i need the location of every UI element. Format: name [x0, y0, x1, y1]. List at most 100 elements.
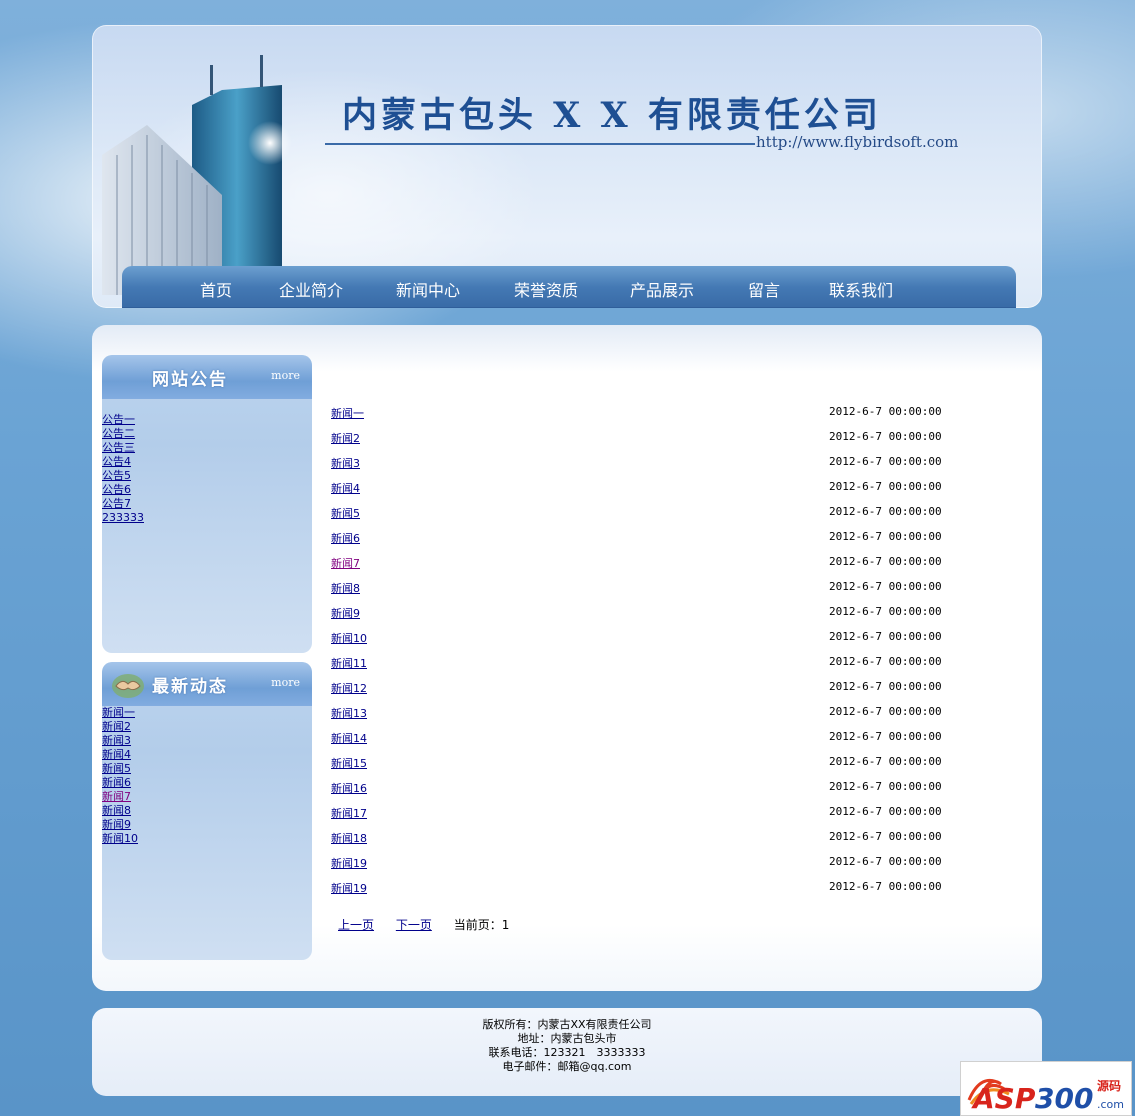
current-page-label: 当前页：1 — [453, 918, 510, 932]
news-date: 2012-6-7 00:00:00 — [829, 455, 942, 468]
news-row: 新闻7 2012-6-7 00:00:00 — [331, 555, 971, 580]
news-title-link[interactable]: 新闻18 — [331, 830, 367, 846]
latest-item[interactable]: 新闻6 — [102, 776, 138, 790]
notice-item[interactable]: 公告5 — [102, 469, 144, 483]
svg-text:.com: .com — [1097, 1098, 1124, 1111]
notice-list: 公告一 公告二 公告三 公告4 公告5 公告6 公告7 233333 — [102, 413, 144, 525]
news-date: 2012-6-7 00:00:00 — [829, 705, 942, 718]
notice-more-link[interactable]: more — [271, 369, 300, 382]
news-date: 2012-6-7 00:00:00 — [829, 755, 942, 768]
news-date: 2012-6-7 00:00:00 — [829, 780, 942, 793]
svg-text:源码: 源码 — [1097, 1078, 1121, 1093]
news-title-link[interactable]: 新闻12 — [331, 680, 367, 696]
news-title-link[interactable]: 新闻15 — [331, 755, 367, 771]
notice-item[interactable]: 公告4 — [102, 455, 144, 469]
news-row: 新闻12 2012-6-7 00:00:00 — [331, 680, 971, 705]
news-title-link[interactable]: 新闻2 — [331, 430, 360, 446]
news-row: 新闻3 2012-6-7 00:00:00 — [331, 455, 971, 480]
latest-news-list: 新闻一 新闻2 新闻3 新闻4 新闻5 新闻6 新闻7 新闻8 新闻9 新闻10 — [102, 706, 138, 846]
news-date: 2012-6-7 00:00:00 — [829, 630, 942, 643]
latest-item[interactable]: 新闻8 — [102, 804, 138, 818]
news-title-link[interactable]: 新闻7 — [331, 555, 360, 571]
news-title-link[interactable]: 新闻4 — [331, 480, 360, 496]
news-date: 2012-6-7 00:00:00 — [829, 555, 942, 568]
news-title-link[interactable]: 新闻11 — [331, 655, 367, 671]
news-date: 2012-6-7 00:00:00 — [829, 855, 942, 868]
notice-item[interactable]: 公告二 — [102, 427, 144, 441]
skyscraper-banner-image — [102, 55, 292, 295]
latest-item[interactable]: 新闻4 — [102, 748, 138, 762]
company-title: 内蒙古包头 X X 有限责任公司 — [342, 95, 882, 136]
news-title-link[interactable]: 新闻3 — [331, 455, 360, 471]
latest-news-box-title: 最新动态 — [152, 677, 228, 697]
handshake-icon — [112, 674, 144, 698]
notice-item[interactable]: 233333 — [102, 511, 144, 525]
nav-news[interactable]: 新闻中心 — [396, 277, 460, 301]
news-date: 2012-6-7 00:00:00 — [829, 680, 942, 693]
news-title-link[interactable]: 新闻16 — [331, 780, 367, 796]
news-title-link[interactable]: 新闻13 — [331, 705, 367, 721]
news-title-link[interactable]: 新闻14 — [331, 730, 367, 746]
nav-contact[interactable]: 联系我们 — [829, 277, 893, 301]
news-row: 新闻19 2012-6-7 00:00:00 — [331, 880, 971, 905]
prev-page-link[interactable]: 上一页 — [338, 918, 374, 932]
news-row: 新闻5 2012-6-7 00:00:00 — [331, 505, 971, 530]
latest-item[interactable]: 新闻7 — [102, 790, 138, 804]
notice-item[interactable]: 公告三 — [102, 441, 144, 455]
news-row: 新闻8 2012-6-7 00:00:00 — [331, 580, 971, 605]
news-row: 新闻6 2012-6-7 00:00:00 — [331, 530, 971, 555]
nav-about[interactable]: 企业简介 — [279, 277, 343, 301]
title-underline — [325, 143, 755, 145]
nav-home[interactable]: 首页 — [200, 277, 232, 301]
notice-item[interactable]: 公告一 — [102, 413, 144, 427]
news-row: 新闻15 2012-6-7 00:00:00 — [331, 755, 971, 780]
latest-item[interactable]: 新闻9 — [102, 818, 138, 832]
svg-text:ASP: ASP — [971, 1082, 1036, 1115]
news-date: 2012-6-7 00:00:00 — [829, 430, 942, 443]
nav-honors[interactable]: 荣誉资质 — [514, 277, 578, 301]
news-title-link[interactable]: 新闻9 — [331, 605, 360, 621]
news-title-link[interactable]: 新闻19 — [331, 855, 367, 871]
footer-copyright: 版权所有：内蒙古XX有限责任公司 — [482, 1018, 652, 1031]
site-footer: 版权所有：内蒙古XX有限责任公司 地址：内蒙古包头市 联系电话：123321 3… — [92, 1008, 1042, 1096]
news-title-link[interactable]: 新闻6 — [331, 530, 360, 546]
news-date: 2012-6-7 00:00:00 — [829, 580, 942, 593]
main-content: 网站公告 more 公告一 公告二 公告三 公告4 公告5 公告6 公告7 23… — [92, 325, 1042, 991]
news-date: 2012-6-7 00:00:00 — [829, 730, 942, 743]
latest-item[interactable]: 新闻10 — [102, 832, 138, 846]
footer-phone: 联系电话：123321 3333333 — [488, 1046, 646, 1059]
news-title-link[interactable]: 新闻一 — [331, 405, 364, 421]
news-row: 新闻18 2012-6-7 00:00:00 — [331, 830, 971, 855]
latest-item[interactable]: 新闻2 — [102, 720, 138, 734]
notice-item[interactable]: 公告6 — [102, 483, 144, 497]
latest-more-link[interactable]: more — [271, 676, 300, 689]
latest-item[interactable]: 新闻3 — [102, 734, 138, 748]
next-page-link[interactable]: 下一页 — [396, 918, 432, 932]
news-date: 2012-6-7 00:00:00 — [829, 605, 942, 618]
news-date: 2012-6-7 00:00:00 — [829, 505, 942, 518]
notice-box: 网站公告 more 公告一 公告二 公告三 公告4 公告5 公告6 公告7 23… — [102, 355, 312, 653]
news-date: 2012-6-7 00:00:00 — [829, 805, 942, 818]
news-title-link[interactable]: 新闻8 — [331, 580, 360, 596]
news-row: 新闻16 2012-6-7 00:00:00 — [331, 780, 971, 805]
pagination: 上一页 下一页 当前页：1 — [338, 916, 509, 933]
latest-item[interactable]: 新闻5 — [102, 762, 138, 776]
footer-address: 地址：内蒙古包头市 — [517, 1032, 617, 1045]
news-title-link[interactable]: 新闻19 — [331, 880, 367, 896]
nav-guestbook[interactable]: 留言 — [748, 277, 780, 301]
footer-email: 电子邮件：邮箱@qq.com — [502, 1060, 632, 1073]
news-title-link[interactable]: 新闻10 — [331, 630, 367, 646]
news-date: 2012-6-7 00:00:00 — [829, 655, 942, 668]
news-row: 新闻10 2012-6-7 00:00:00 — [331, 630, 971, 655]
notice-item[interactable]: 公告7 — [102, 497, 144, 511]
nav-products[interactable]: 产品展示 — [630, 277, 694, 301]
news-title-link[interactable]: 新闻17 — [331, 805, 367, 821]
news-row: 新闻17 2012-6-7 00:00:00 — [331, 805, 971, 830]
news-title-link[interactable]: 新闻5 — [331, 505, 360, 521]
news-date: 2012-6-7 00:00:00 — [829, 405, 942, 418]
latest-item[interactable]: 新闻一 — [102, 706, 138, 720]
news-date: 2012-6-7 00:00:00 — [829, 830, 942, 843]
site-header: 内蒙古包头 X X 有限责任公司 http://www.flybirdsoft.… — [92, 25, 1042, 308]
news-row: 新闻13 2012-6-7 00:00:00 — [331, 705, 971, 730]
news-row: 新闻4 2012-6-7 00:00:00 — [331, 480, 971, 505]
